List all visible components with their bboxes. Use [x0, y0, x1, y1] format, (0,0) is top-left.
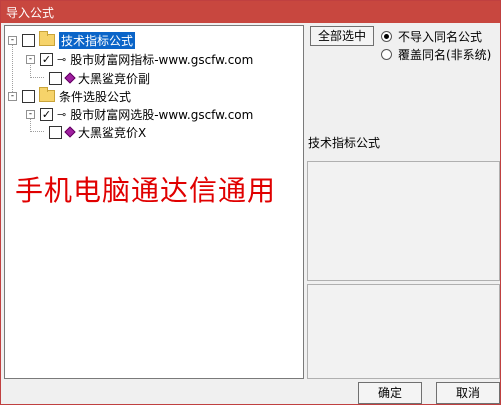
- node-label[interactable]: 技术指标公式: [59, 31, 136, 49]
- node-label[interactable]: 大黑鲨竞价副: [78, 70, 150, 87]
- node-label[interactable]: 股市财富网选股-www.gscfw.com: [70, 106, 253, 123]
- node-label[interactable]: 条件选股公式: [59, 88, 131, 105]
- node-checkbox[interactable]: [49, 125, 62, 139]
- import-formula-dialog: 导入公式 - 技术指标公式 - ✓ ⊸ 股市财富网指标-www.gscfw.co…: [0, 0, 501, 405]
- folder-icon: [39, 87, 55, 102]
- tree-connector: [30, 77, 44, 78]
- tree-node-formula[interactable]: 大黑鲨竞价副: [44, 69, 150, 87]
- select-all-button[interactable]: 全部选中: [310, 26, 374, 46]
- ok-button[interactable]: 确定: [358, 382, 422, 404]
- option-label: 覆盖同名(非系统): [398, 48, 492, 62]
- folder-icon: [39, 31, 55, 46]
- node-label[interactable]: 大黑鲨竞价X: [78, 124, 146, 141]
- window-title: 导入公式: [1, 1, 500, 23]
- tree-node-stock-selection[interactable]: - 条件选股公式: [8, 87, 131, 105]
- info-panel-description: [307, 161, 500, 281]
- collapse-toggle[interactable]: -: [26, 54, 35, 64]
- node-checkbox[interactable]: [22, 33, 35, 47]
- node-checkbox[interactable]: [49, 71, 62, 85]
- node-checkbox[interactable]: [22, 89, 35, 103]
- info-panel-title: 技术指标公式: [308, 136, 381, 150]
- tree-node-selection-group[interactable]: - ✓ ⊸ 股市财富网选股-www.gscfw.com: [26, 105, 253, 123]
- node-label[interactable]: 股市财富网指标-www.gscfw.com: [70, 51, 253, 68]
- key-icon: ⊸: [57, 107, 67, 121]
- tree-node-indicator-group[interactable]: - ✓ ⊸ 股市财富网指标-www.gscfw.com: [26, 50, 253, 68]
- node-checkbox[interactable]: ✓: [40, 52, 53, 66]
- node-checkbox[interactable]: ✓: [40, 107, 53, 121]
- tree-node-technical-indicators[interactable]: - 技术指标公式: [8, 31, 136, 49]
- option-no-import[interactable]: 不导入同名公式: [381, 28, 482, 45]
- info-panel-params: [307, 284, 500, 379]
- watermark-text: 手机电脑通达信通用: [15, 174, 277, 207]
- radio-no-import[interactable]: [381, 31, 392, 42]
- option-overwrite[interactable]: 覆盖同名(非系统): [381, 46, 491, 63]
- option-label: 不导入同名公式: [398, 30, 483, 44]
- gem-icon: [64, 72, 76, 84]
- cancel-button[interactable]: 取消: [436, 382, 500, 404]
- gem-icon: [64, 126, 76, 138]
- collapse-toggle[interactable]: -: [8, 91, 17, 101]
- tree-connector: [30, 131, 44, 132]
- formula-tree[interactable]: - 技术指标公式 - ✓ ⊸ 股市财富网指标-www.gscfw.com 大黑鲨…: [4, 25, 304, 379]
- radio-overwrite[interactable]: [381, 49, 392, 60]
- tree-node-formula[interactable]: 大黑鲨竞价X: [44, 123, 146, 141]
- collapse-toggle[interactable]: -: [26, 109, 35, 119]
- collapse-toggle[interactable]: -: [8, 35, 17, 45]
- key-icon: ⊸: [57, 52, 67, 66]
